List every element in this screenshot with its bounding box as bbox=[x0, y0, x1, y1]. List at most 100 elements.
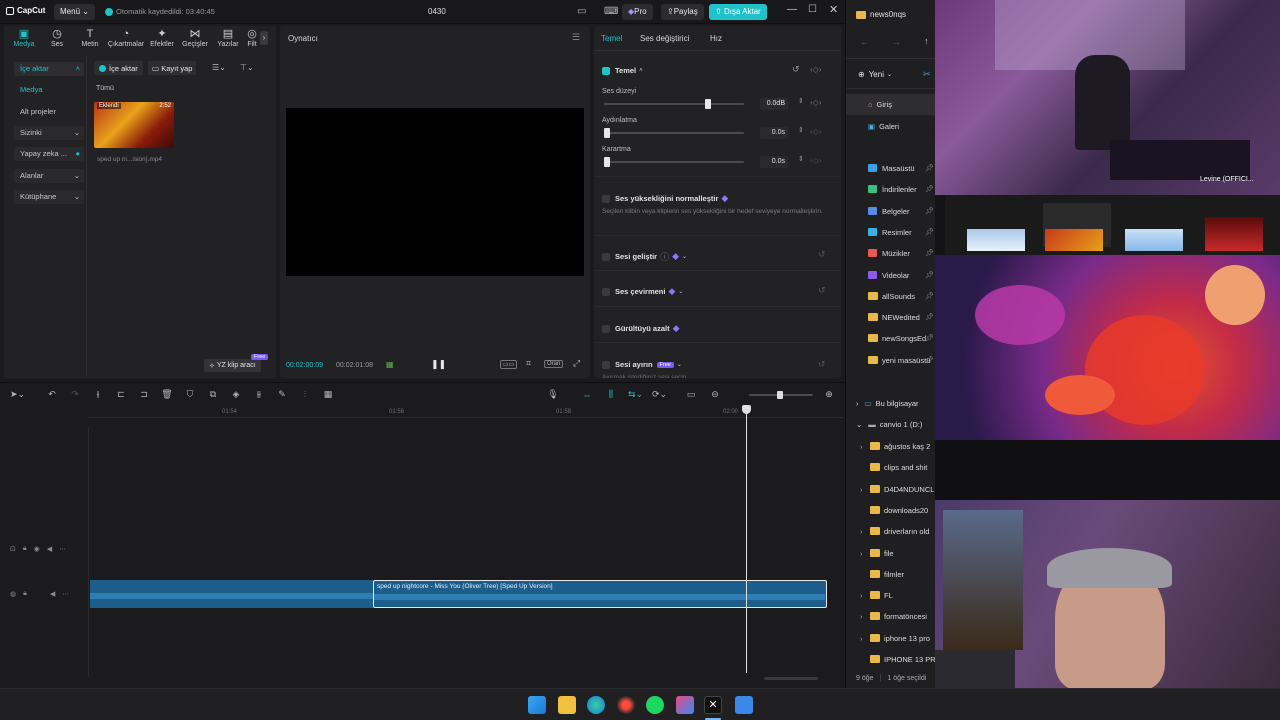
basic-section-header[interactable]: Temel ˄ bbox=[602, 66, 643, 75]
folder-item[interactable]: filmler bbox=[846, 564, 936, 585]
tab-media[interactable]: ▣ Medya bbox=[8, 28, 40, 48]
close-icon[interactable]: ✕ bbox=[829, 3, 838, 16]
mask-icon[interactable]: ◈ bbox=[229, 389, 243, 400]
folder-item[interactable]: IPHONE 13 PR bbox=[846, 649, 936, 670]
caption-icon[interactable]: ▭ bbox=[684, 389, 698, 400]
fadeout-value[interactable]: 0.0s bbox=[760, 156, 788, 168]
nav-this-pc[interactable]: › ▭ Bu bilgisayar bbox=[846, 393, 936, 414]
tab-text[interactable]: T Metin bbox=[74, 28, 106, 48]
checkbox[interactable] bbox=[602, 287, 610, 296]
chevron-right-icon[interactable]: › bbox=[260, 31, 268, 45]
pin-icon[interactable]: 📌︎ bbox=[925, 243, 934, 264]
keyframe-icon[interactable]: ‹◇› bbox=[810, 156, 821, 165]
reset-icon[interactable]: ↺ bbox=[818, 285, 826, 296]
delete-icon[interactable]: 🗑 bbox=[160, 389, 174, 400]
audio-track-icon[interactable]: ◍ bbox=[10, 590, 16, 598]
sidebar-item-subprojects[interactable]: Alt projeler bbox=[14, 105, 84, 119]
app-icon[interactable] bbox=[676, 696, 694, 714]
playhead-handle[interactable] bbox=[742, 405, 751, 414]
filter-all-label[interactable]: Tümü bbox=[96, 85, 114, 92]
denoise-row[interactable]: Gürültüyü azalt ◆ bbox=[602, 323, 680, 334]
video-preview[interactable] bbox=[286, 108, 584, 276]
stepper-icon[interactable]: ⇕ bbox=[798, 126, 804, 134]
pin-icon[interactable]: 📌︎ bbox=[925, 201, 934, 222]
pin-icon[interactable]: 📌︎ bbox=[925, 158, 934, 179]
tab-audio[interactable]: ◷ Ses bbox=[41, 28, 73, 48]
sidebar-item-ai[interactable]: Yapay zeka ... ● bbox=[14, 147, 84, 161]
new-button[interactable]: ⊕ Yeni ⌄ bbox=[858, 70, 892, 79]
lock-icon[interactable]: 🔒︎ bbox=[23, 545, 27, 553]
explorer-tab[interactable]: news0nqs bbox=[856, 10, 906, 19]
export-button[interactable]: ⇧ Dışa Aktar bbox=[709, 4, 767, 20]
undo-icon[interactable]: ↶ bbox=[45, 389, 59, 400]
chevron-right-icon[interactable]: › bbox=[860, 606, 870, 627]
split-icon[interactable]: ⫲ bbox=[91, 389, 105, 400]
tab-basic[interactable]: Temel bbox=[601, 34, 622, 43]
tab-captions[interactable]: ▤ Yazılar bbox=[212, 28, 244, 48]
speaker-icon[interactable]: ◀︎ bbox=[50, 590, 55, 598]
pin-icon[interactable]: 📌︎ bbox=[925, 350, 934, 371]
cover-icon[interactable]: ⊡ bbox=[10, 545, 16, 553]
layout-icon[interactable]: ▭ bbox=[577, 6, 586, 17]
back-icon[interactable]: ← bbox=[860, 37, 869, 47]
reset-icon[interactable]: ↺ bbox=[818, 249, 826, 260]
file-explorer-icon[interactable] bbox=[558, 696, 576, 714]
pin-icon[interactable]: 📌︎ bbox=[925, 307, 934, 328]
keyboard-icon[interactable]: ⌨ bbox=[604, 6, 618, 17]
keyframe-icon[interactable]: ‹◇› bbox=[810, 98, 821, 107]
chevron-right-icon[interactable]: › bbox=[860, 521, 870, 542]
pinned-item[interactable]: NEWedited 📌︎ bbox=[846, 307, 936, 328]
tab-speed[interactable]: Hız bbox=[710, 34, 722, 43]
notepad-icon[interactable] bbox=[735, 696, 753, 714]
nav-gallery[interactable]: ▣ Galeri bbox=[846, 116, 936, 137]
reset-icon[interactable]: ↺ bbox=[792, 64, 800, 75]
folder-item[interactable]: clips and shit bbox=[846, 457, 936, 478]
audio-clip-selected[interactable]: sped up nightcore - Miss You (Oliver Tre… bbox=[373, 580, 827, 608]
audio-clip[interactable] bbox=[90, 580, 373, 608]
sidebar-item-yours[interactable]: Sizinki ⌄ bbox=[14, 126, 84, 140]
sidebar-item-spaces[interactable]: Alanlar ⌄ bbox=[14, 169, 84, 183]
volume-slider-knob[interactable] bbox=[704, 99, 711, 109]
fit-icon[interactable]: ▭▭ bbox=[500, 360, 518, 369]
tab-effects[interactable]: ✦ Efektler bbox=[146, 28, 178, 48]
minimize-icon[interactable]: — bbox=[787, 4, 797, 15]
checkbox[interactable] bbox=[602, 360, 610, 369]
chevron-right-icon[interactable]: › bbox=[860, 628, 870, 649]
zoom-out-icon[interactable]: ⊖ bbox=[708, 389, 722, 400]
folder-item[interactable]: › D4D4NDUNCL bbox=[846, 479, 936, 500]
pinned-item[interactable]: yeni masaüstü 📌︎ bbox=[846, 350, 936, 371]
normalize-row[interactable]: Ses yüksekliğini normalleştir ◆ bbox=[602, 193, 728, 204]
sidebar-item-library[interactable]: Kütüphane ⌄ bbox=[14, 190, 84, 204]
pinned-item[interactable]: newSongsEd 📌︎ bbox=[846, 328, 936, 349]
import-button[interactable]: İçe aktar bbox=[94, 61, 143, 75]
tab-voice-changer[interactable]: Ses değiştirici bbox=[640, 34, 689, 43]
chevron-right-icon[interactable]: › bbox=[860, 585, 870, 606]
sidebar-item-import[interactable]: İçe aktar ˄ bbox=[14, 62, 84, 76]
chevron-right-icon[interactable]: › bbox=[860, 479, 870, 500]
keyframe-icon[interactable]: ‹◇› bbox=[810, 127, 821, 136]
eye-icon[interactable]: ◉ bbox=[34, 545, 40, 553]
chevron-right-icon[interactable]: › bbox=[860, 436, 870, 457]
pin-icon[interactable]: 📌︎ bbox=[925, 286, 934, 307]
checkbox[interactable] bbox=[602, 252, 610, 261]
start-icon[interactable] bbox=[528, 696, 546, 714]
capcut-taskbar-icon[interactable]: ✕ bbox=[704, 696, 722, 714]
fadeout-slider-knob[interactable] bbox=[604, 157, 610, 167]
select-cursor-icon[interactable]: ➤⌄ bbox=[10, 389, 25, 400]
tab-transitions[interactable]: ⋈ Geçişler bbox=[179, 28, 211, 48]
fadein-slider-knob[interactable] bbox=[604, 128, 610, 138]
pin-icon[interactable]: 📌︎ bbox=[925, 265, 934, 286]
pin-icon[interactable]: 📌︎ bbox=[925, 222, 934, 243]
checkbox[interactable] bbox=[602, 324, 610, 333]
keyframe-icon[interactable]: ‹◇› bbox=[810, 65, 821, 74]
waveform-icon[interactable]: ⫶ bbox=[298, 389, 312, 400]
folder-item[interactable]: downloads20 bbox=[846, 500, 936, 521]
lock-icon[interactable]: 🔒︎ bbox=[23, 590, 27, 598]
freeze-icon[interactable]: ⧉ bbox=[206, 389, 220, 400]
nav-home[interactable]: ⌂ Giriş bbox=[846, 94, 936, 115]
isolate-row[interactable]: Sesi ayırın Free ⌄ bbox=[602, 360, 682, 369]
stepper-icon[interactable]: ⇕ bbox=[798, 155, 804, 163]
magic-icon[interactable]: ✎ bbox=[275, 389, 289, 400]
folder-item[interactable]: › FL bbox=[846, 585, 936, 606]
enhance-row[interactable]: Sesi geliştir ⓘ ◆ ⌄ bbox=[602, 250, 687, 263]
